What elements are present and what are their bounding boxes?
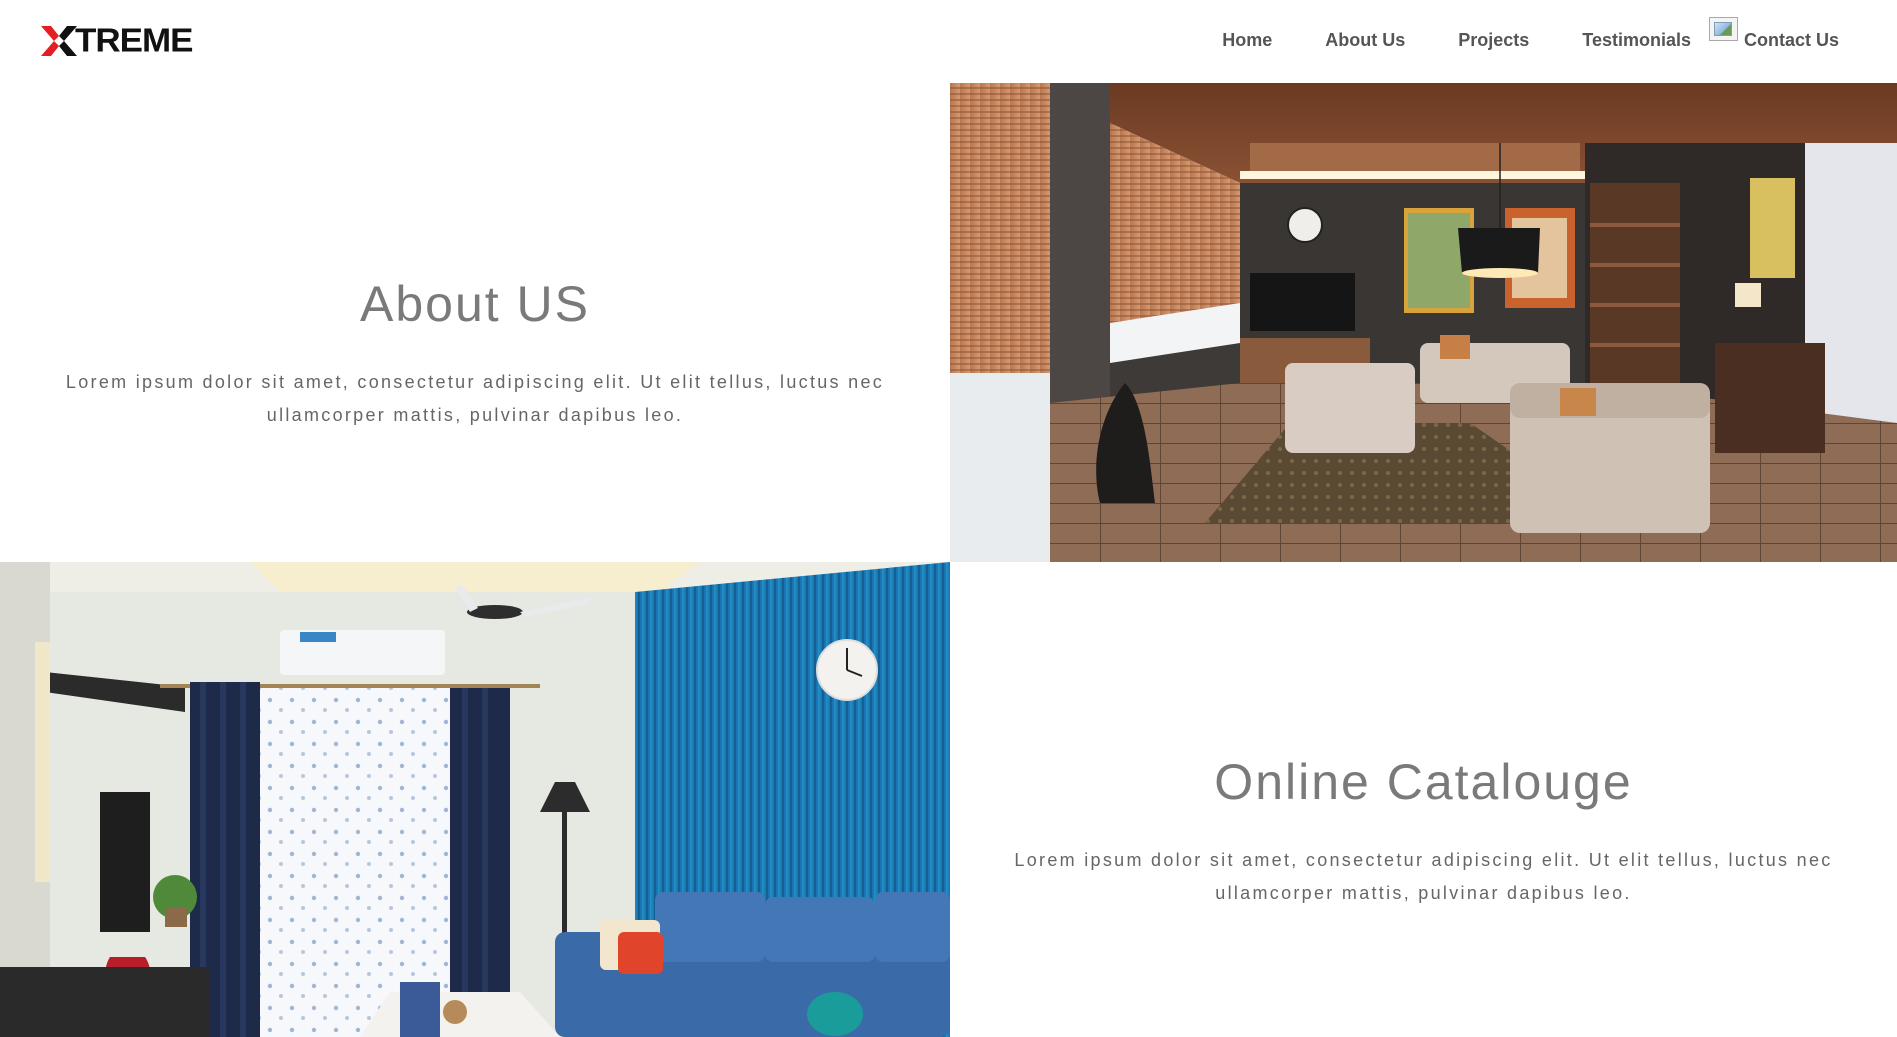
main-nav: Home About Us Projects Testimonials Cont…: [1222, 0, 1839, 80]
logo-wordmark: TREME: [75, 21, 193, 59]
catalogue-body: Lorem ipsum dolor sit amet, consectetur …: [1014, 850, 1833, 903]
nav-home[interactable]: Home: [1222, 30, 1272, 51]
living-room-photo: [950, 83, 1897, 562]
site-logo[interactable]: TREME: [41, 21, 193, 59]
nav-projects[interactable]: Projects: [1458, 30, 1529, 51]
blue-room-illustration: [0, 562, 950, 1037]
nav-contact-us[interactable]: Contact Us: [1744, 30, 1839, 51]
living-room-illustration: [950, 83, 1897, 562]
nav-testimonials[interactable]: Testimonials: [1582, 30, 1691, 51]
about-section: About US Lorem ipsum dolor sit amet, con…: [0, 83, 950, 562]
blue-room-photo: [0, 562, 950, 1037]
catalogue-title: Online Catalouge: [1214, 754, 1633, 810]
about-body: Lorem ipsum dolor sit amet, consectetur …: [65, 372, 885, 425]
site-header: TREME Home About Us Projects Testimonial…: [0, 0, 1897, 83]
broken-image-icon: [1708, 17, 1738, 41]
catalogue-section: Online Catalouge Lorem ipsum dolor sit a…: [950, 562, 1897, 1037]
nav-about-us[interactable]: About Us: [1325, 30, 1405, 51]
logo-x-mark-icon: [41, 25, 77, 56]
about-title: About US: [359, 276, 590, 332]
